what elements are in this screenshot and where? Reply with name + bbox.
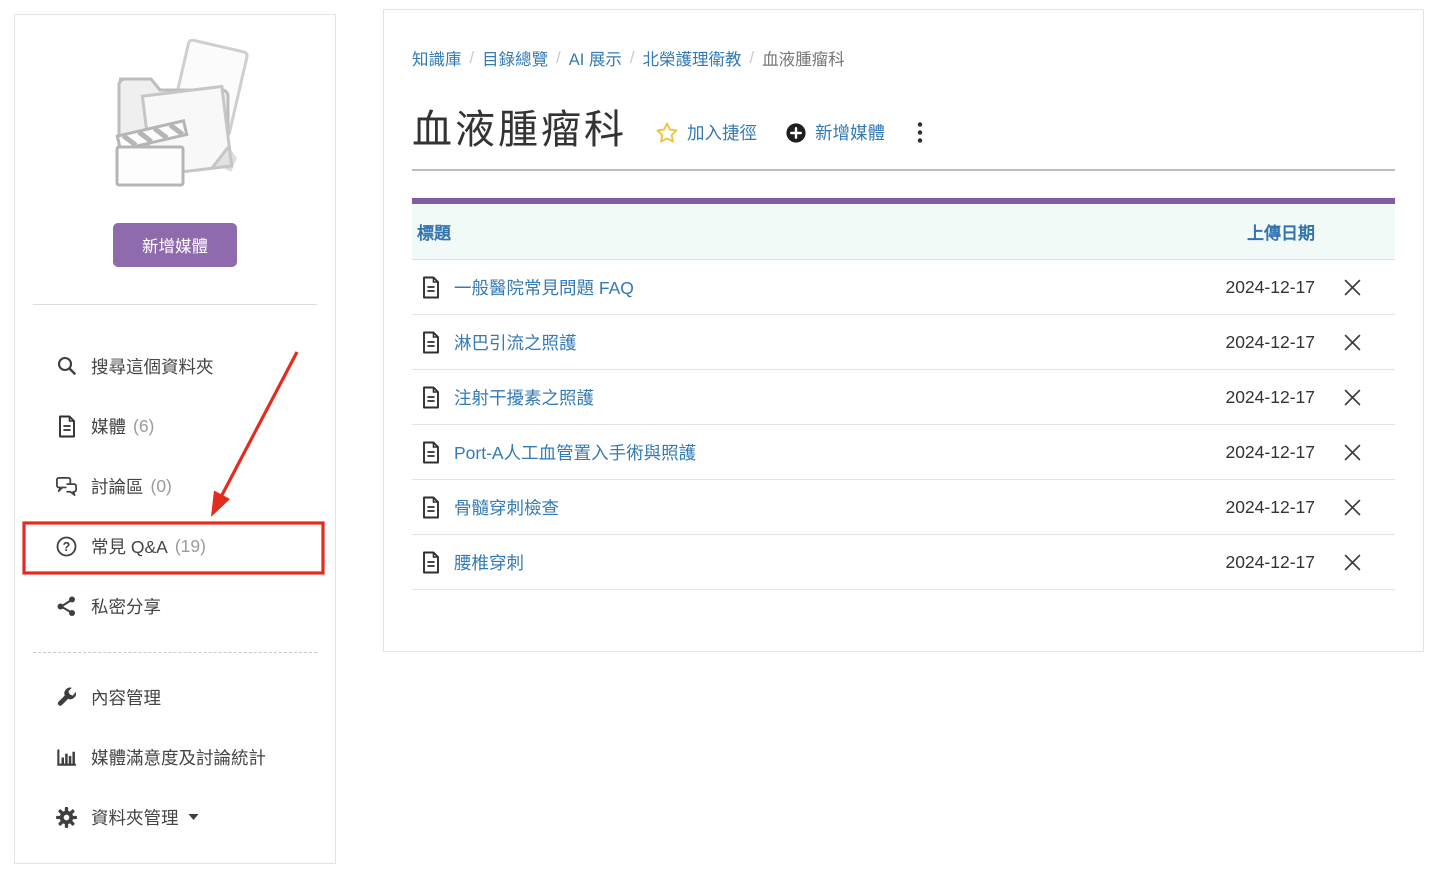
sidebar-item-label: 討論區 (91, 474, 144, 499)
star-icon (655, 121, 679, 145)
breadcrumb-separator: / (470, 49, 475, 68)
sidebar-item-label: 媒體滿意度及討論統計 (91, 745, 266, 770)
close-icon (1342, 277, 1363, 298)
question-icon: ? (55, 535, 78, 558)
media-title-link[interactable]: 淋巴引流之照護 (454, 330, 1205, 355)
caret-down-icon (188, 813, 199, 821)
delete-row-button[interactable] (1339, 494, 1365, 520)
media-title-link[interactable]: Port-A人工血管置入手術與照護 (454, 440, 1205, 465)
breadcrumb: 知識庫 / 目錄總覽 / AI 展示 / 北榮護理衛教 / 血液腫瘤科 (412, 46, 1395, 70)
add-shortcut-button[interactable]: 加入捷徑 (655, 120, 757, 145)
title-divider (412, 169, 1395, 171)
breadcrumb-link[interactable]: 目錄總覽 (482, 46, 548, 70)
sidebar-item-label: 內容管理 (91, 685, 161, 710)
sidebar: 新增媒體 搜尋這個資料夾 媒體 (6) 討論區 (0) ? (14, 14, 336, 864)
search-icon (55, 355, 78, 378)
delete-row-button[interactable] (1339, 549, 1365, 575)
delete-row-button[interactable] (1339, 274, 1365, 300)
upload-date: 2024-12-17 (1205, 552, 1315, 573)
page-title: 血液腫瘤科 (412, 107, 627, 153)
upload-date: 2024-12-17 (1205, 332, 1315, 353)
column-header-title[interactable]: 標題 (417, 219, 1205, 244)
gear-icon (55, 806, 78, 829)
breadcrumb-separator: / (556, 49, 561, 68)
svg-text:?: ? (63, 540, 71, 554)
table-row: 骨髓穿刺檢查 2024-12-17 (412, 480, 1395, 535)
document-icon (421, 551, 441, 574)
sidebar-dashed-divider (33, 652, 317, 653)
delete-row-button[interactable] (1339, 329, 1365, 355)
title-row: 血液腫瘤科 加入捷徑 新增媒體 (412, 107, 1395, 153)
breadcrumb-current: 血液腫瘤科 (762, 46, 845, 70)
more-options-button[interactable] (911, 119, 929, 147)
sidebar-item[interactable]: 資料夾管理 (15, 787, 335, 847)
sidebar-item-label: 私密分享 (91, 594, 161, 619)
breadcrumb-link[interactable]: 北榮護理衛教 (642, 46, 741, 70)
media-title-link[interactable]: 一般醫院常見問題 FAQ (454, 275, 1205, 300)
sidebar-item[interactable]: 內容管理 (15, 667, 335, 727)
sidebar-item-count: (0) (151, 476, 172, 497)
media-folder-image (89, 39, 261, 191)
sidebar-item-label: 媒體 (91, 414, 126, 439)
add-media-label: 新增媒體 (815, 120, 885, 145)
table-row: 腰椎穿刺 2024-12-17 (412, 535, 1395, 590)
sidebar-item-label: 資料夾管理 (91, 805, 179, 830)
main-panel: 知識庫 / 目錄總覽 / AI 展示 / 北榮護理衛教 / 血液腫瘤科 (383, 9, 1424, 652)
sidebar-item[interactable]: ? 常見 Q&A (19) (15, 516, 335, 576)
upload-date: 2024-12-17 (1205, 387, 1315, 408)
media-title-link[interactable]: 注射干擾素之照護 (454, 385, 1205, 410)
delete-row-button[interactable] (1339, 384, 1365, 410)
share-icon (55, 595, 78, 618)
table-body: 一般醫院常見問題 FAQ 2024-12-17 (412, 260, 1395, 590)
sidebar-admin-menu: 內容管理 媒體滿意度及討論統計 資料夾管理 (15, 667, 335, 847)
close-icon (1342, 442, 1363, 463)
sidebar-item-count: (19) (175, 536, 206, 557)
sidebar-item[interactable]: 媒體 (6) (15, 396, 335, 456)
column-header-upload-date[interactable]: 上傳日期 (1205, 219, 1315, 244)
table-header: 標題 上傳日期 (412, 204, 1395, 260)
sidebar-item[interactable]: 媒體滿意度及討論統計 (15, 727, 335, 787)
add-media-link[interactable]: 新增媒體 (785, 120, 885, 145)
table-row: 注射干擾素之照護 2024-12-17 (412, 370, 1395, 425)
sidebar-menu: 搜尋這個資料夾 媒體 (6) 討論區 (0) ? 常見 Q&A (19) (15, 336, 335, 636)
close-icon (1342, 332, 1363, 353)
sidebar-item-label: 常見 Q&A (91, 534, 168, 559)
sidebar-divider (33, 304, 317, 305)
close-icon (1342, 552, 1363, 573)
media-table: 標題 上傳日期 一般醫院常見問題 FAQ 2024-12-17 (412, 198, 1395, 590)
upload-date: 2024-12-17 (1205, 277, 1315, 298)
document-icon (55, 415, 78, 438)
breadcrumb-link[interactable]: AI 展示 (569, 46, 622, 70)
document-icon (421, 496, 441, 519)
table-row: 淋巴引流之照護 2024-12-17 (412, 315, 1395, 370)
add-media-button[interactable]: 新增媒體 (113, 223, 237, 267)
sidebar-item-count: (6) (133, 416, 154, 437)
chart-icon (55, 746, 78, 769)
sidebar-item[interactable]: 私密分享 (15, 576, 335, 636)
close-icon (1342, 387, 1363, 408)
sidebar-item[interactable]: 討論區 (0) (15, 456, 335, 516)
document-icon (421, 276, 441, 299)
chat-icon (55, 475, 78, 498)
breadcrumb-link[interactable]: 知識庫 (412, 46, 462, 70)
delete-row-button[interactable] (1339, 439, 1365, 465)
media-title-link[interactable]: 腰椎穿刺 (454, 550, 1205, 575)
table-row: Port-A人工血管置入手術與照護 2024-12-17 (412, 425, 1395, 480)
sidebar-item-label: 搜尋這個資料夾 (91, 354, 214, 379)
document-icon (421, 441, 441, 464)
upload-date: 2024-12-17 (1205, 442, 1315, 463)
breadcrumb-separator: / (630, 49, 635, 68)
document-icon (421, 386, 441, 409)
add-shortcut-label: 加入捷徑 (687, 120, 757, 145)
close-icon (1342, 497, 1363, 518)
sidebar-item[interactable]: 搜尋這個資料夾 (15, 336, 335, 396)
kebab-menu-icon (917, 121, 923, 145)
wrench-icon (55, 686, 78, 709)
media-title-link[interactable]: 骨髓穿刺檢查 (454, 495, 1205, 520)
document-icon (421, 331, 441, 354)
upload-date: 2024-12-17 (1205, 497, 1315, 518)
plus-circle-icon (785, 122, 807, 144)
table-row: 一般醫院常見問題 FAQ 2024-12-17 (412, 260, 1395, 315)
breadcrumb-separator: / (749, 49, 754, 68)
